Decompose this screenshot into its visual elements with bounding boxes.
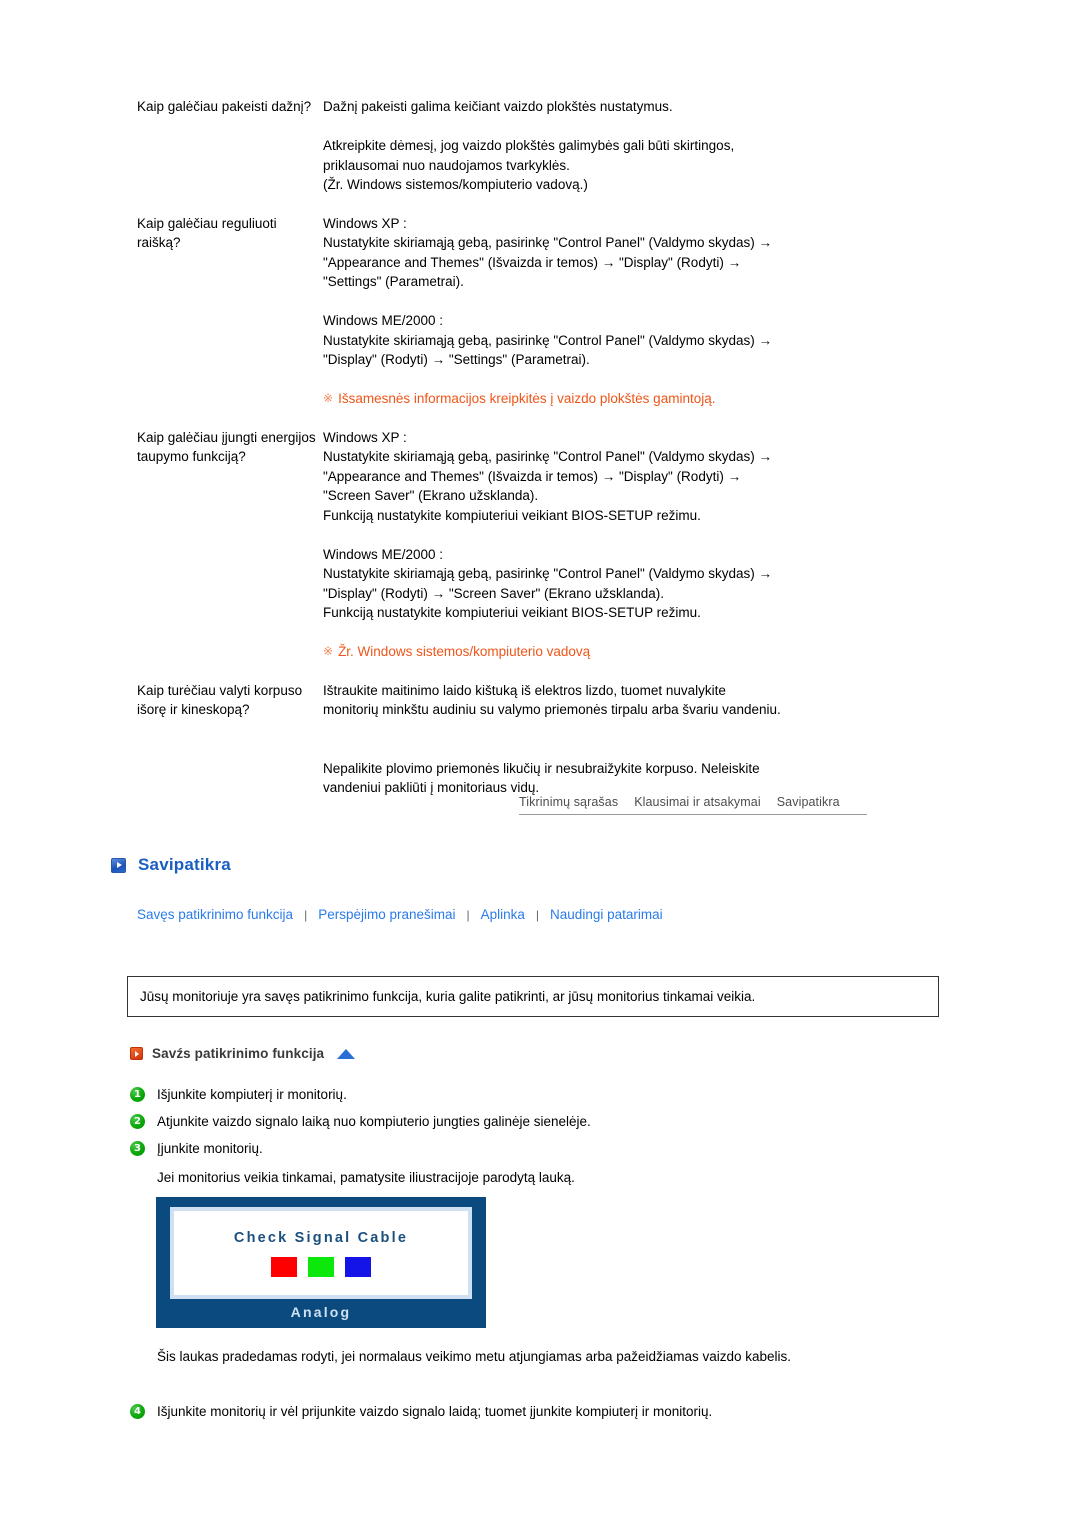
link-separator: | [535, 907, 540, 922]
blue-swatch [345, 1256, 371, 1277]
subsection-heading: Savźs patikrinimo funkcija [130, 1046, 356, 1061]
subsection-title: Savźs patikrinimo funkcija [152, 1046, 325, 1061]
section-heading: Savipatikra [111, 855, 231, 875]
faq-question: Kaip galėčiau įjungti energijos taupymo … [137, 429, 316, 465]
green-swatch [308, 1256, 334, 1277]
faq-answer-block: Windows XP : Nustatykite skiriamąją gebą… [323, 215, 773, 290]
faq-row: Kaip turėčiau valyti korpuso išorę ir ki… [137, 681, 897, 798]
faq-answer-block: Dažnį pakeisti galima keičiant vaizdo pl… [323, 99, 673, 114]
step-badge: 3 [130, 1141, 145, 1156]
tab-klausimai-ir-atsakymai[interactable]: Klausimai ir atsakymai [634, 795, 761, 809]
faq-answer-block: Windows ME/2000 : Nustatykite skiriamąją… [323, 546, 773, 621]
link-aplinka[interactable]: Aplinka [481, 907, 525, 922]
link-separator: | [304, 907, 308, 922]
faq-answer: Dažnį pakeisti galima keičiant vaizdo pl… [323, 97, 897, 195]
faq-note: ※ Žr. Windows sistemos/kompiuterio vadovą [323, 642, 897, 662]
tab-savipatikra[interactable]: Savipatikra [777, 795, 840, 809]
faq-table: Kaip galėčiau pakeisti dažnį? Dažnį pake… [137, 97, 897, 798]
list-item: 3 Įjunkite monitorių. [130, 1139, 890, 1158]
faq-question: Kaip galėčiau pakeisti dažnį? [137, 99, 312, 114]
red-swatch [271, 1256, 297, 1277]
step-badge: 1 [130, 1087, 145, 1102]
step-badge: 2 [130, 1114, 145, 1129]
note-asterisk-icon: ※ [323, 391, 334, 405]
intro-callout-box: Jūsų monitoriuje yra savęs patikrinimo f… [127, 976, 939, 1017]
link-separator: | [466, 907, 470, 922]
blue-play-square-icon [111, 857, 126, 873]
list-item: 2 Atjunkite vaizdo signalo laiką nuo kom… [130, 1112, 890, 1131]
faq-answer-block: Nepalikite plovimo priemonės likučių ir … [323, 760, 760, 796]
faq-note-text: Išsamesnės informacijos kreipkitės į vai… [338, 391, 716, 406]
blue-up-triangle-icon[interactable] [337, 1048, 356, 1059]
faq-question: Kaip turėčiau valyti korpuso išorę ir ki… [137, 682, 303, 718]
step-text: Išjunkite monitorių ir vėl prijunkite va… [157, 1404, 713, 1419]
step-text: Išjunkite kompiuterį ir monitorių. [157, 1087, 347, 1102]
link-saves-patikrinimo-funkcija[interactable]: Savęs patikrinimo funkcija [137, 907, 293, 922]
triangle-glyph [117, 862, 122, 868]
faq-question: Kaip galėčiau reguliuoti raišką? [137, 215, 277, 251]
step-badge: 4 [130, 1404, 145, 1419]
triangle-glyph [135, 1050, 140, 1057]
step-list: 1 Išjunkite kompiuterį ir monitorių. 2 A… [130, 1085, 890, 1187]
page-title: Savipatikra [138, 855, 231, 874]
section-tabs: Tikrinimų sąrašas Klausimai ir atsakymai… [519, 795, 867, 815]
faq-row: Kaip galėčiau reguliuoti raišką? Windows… [137, 214, 897, 409]
document-page: Kaip galėčiau pakeisti dažnį? Dažnį pake… [0, 0, 1080, 1528]
osd-footer-label: Analog [290, 1304, 352, 1320]
faq-row: Kaip galėčiau pakeisti dažnį? Dažnį pake… [137, 97, 897, 195]
step-followup-text: Jei monitorius veikia tinkamai, pamatysi… [157, 1170, 575, 1185]
subsection-links: Savęs patikrinimo funkcija | Perspėjimo … [137, 907, 663, 922]
faq-answer: Ištraukite maitinimo laido kištuką iš el… [323, 681, 897, 798]
orange-play-square-icon [130, 1047, 143, 1060]
osd-screen: Check Signal Cable [170, 1207, 472, 1299]
tab-tikrinimu-sarasas[interactable]: Tikrinimų sąrašas [519, 795, 618, 809]
faq-answer: Windows XP : Nustatykite skiriamąją gebą… [323, 428, 897, 662]
note-asterisk-icon: ※ [323, 644, 334, 658]
faq-note: ※ Išsamesnės informacijos kreipkitės į va… [323, 389, 897, 409]
faq-answer-block: Ištraukite maitinimo laido kištuką iš el… [323, 682, 781, 718]
osd-title: Check Signal Cable [233, 1229, 409, 1246]
faq-answer: Windows XP : Nustatykite skiriamąją gebą… [323, 214, 897, 409]
step-text: Atjunkite vaizdo signalo laiką nuo kompi… [157, 1114, 591, 1129]
faq-answer-block: Windows ME/2000 : Nustatykite skiriamąją… [323, 313, 773, 367]
check-signal-cable-illustration: Check Signal Cable Analog [156, 1197, 486, 1328]
list-item: 1 Išjunkite kompiuterį ir monitorių. [130, 1085, 890, 1104]
list-item: 4 Išjunkite monitorių ir vėl prijunkite … [130, 1402, 910, 1421]
faq-note-text: Žr. Windows sistemos/kompiuterio vadovą [338, 644, 591, 659]
link-perspejimo-pranesimai[interactable]: Perspėjimo pranešimai [318, 907, 455, 922]
step-text: Įjunkite monitorių. [157, 1141, 263, 1156]
faq-answer-block: Windows XP : Nustatykite skiriamąją gebą… [323, 429, 773, 523]
link-naudingi-patarimai[interactable]: Naudingi patarimai [550, 907, 663, 922]
faq-row: Kaip galėčiau įjungti energijos taupymo … [137, 428, 897, 662]
illustration-caption: Šis laukas pradedamas rodyti, jei normal… [157, 1349, 792, 1364]
intro-callout-text: Jūsų monitoriuje yra savęs patikrinimo f… [140, 989, 756, 1004]
osd-color-swatches [271, 1256, 371, 1277]
faq-answer-block: Atkreipkite dėmesį, jog vaizdo plokštės … [323, 138, 735, 192]
